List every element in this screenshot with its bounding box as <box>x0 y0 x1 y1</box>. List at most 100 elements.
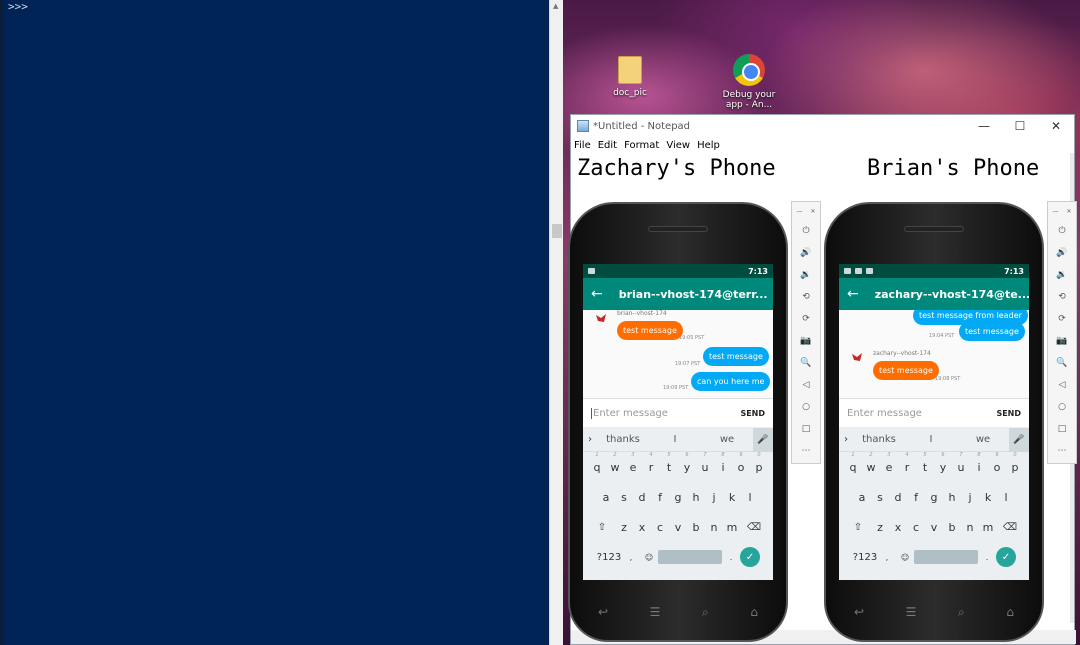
key-g[interactable]: g <box>669 491 687 504</box>
key-m[interactable]: m <box>723 521 741 534</box>
key-i[interactable]: 8i <box>970 452 988 474</box>
chevron-right-icon[interactable]: › <box>839 434 853 445</box>
key-c[interactable]: c <box>651 521 669 534</box>
phone-screen[interactable]: 7:13 ← zachary--vhost-174@te... test mes… <box>839 264 1029 580</box>
key-s[interactable]: s <box>871 491 889 504</box>
suggestion[interactable]: thanks <box>597 434 649 445</box>
search-icon[interactable]: ⌕ <box>958 605 965 620</box>
key-f[interactable]: f <box>907 491 925 504</box>
scroll-up-icon[interactable]: ▲ <box>553 2 558 10</box>
key-a[interactable]: a <box>853 491 871 504</box>
rotate-right-icon[interactable]: ⟳ <box>792 308 820 330</box>
key-r[interactable]: 4r <box>898 452 916 474</box>
terminal-scrollbar[interactable]: ▲ <box>549 0 563 645</box>
camera-icon[interactable]: 📷 <box>1048 330 1076 352</box>
menu-icon[interactable]: ☰ <box>650 605 661 620</box>
message-bubble[interactable]: test message <box>959 322 1025 341</box>
power-icon[interactable]: ⏻ <box>792 220 820 242</box>
more-icon[interactable]: ⋯ <box>792 440 820 462</box>
back-icon[interactable]: ↩ <box>854 605 864 620</box>
volume-up-icon[interactable]: 🔊 <box>1048 242 1076 264</box>
suggestion[interactable]: I <box>649 434 701 445</box>
emoji-icon[interactable]: ☺ <box>896 553 914 562</box>
camera-icon[interactable]: 📷 <box>792 330 820 352</box>
key-j[interactable]: j <box>705 491 723 504</box>
key-l[interactable]: l <box>997 491 1015 504</box>
rotate-right-icon[interactable]: ⟳ <box>1048 308 1076 330</box>
key-comma[interactable]: , <box>878 553 896 562</box>
key-k[interactable]: k <box>979 491 997 504</box>
volume-down-icon[interactable]: 🔉 <box>1048 264 1076 286</box>
key-period[interactable]: . <box>722 553 740 562</box>
maximize-button[interactable]: ☐ <box>1002 119 1038 133</box>
key-y[interactable]: 6y <box>934 452 952 474</box>
microphone-icon[interactable]: 🎤 <box>1009 427 1029 452</box>
key-v[interactable]: v <box>925 521 943 534</box>
space-key[interactable] <box>658 550 722 564</box>
key-c[interactable]: c <box>907 521 925 534</box>
message-bubble[interactable]: test message <box>703 347 769 366</box>
zoom-icon[interactable]: 🔍 <box>1048 352 1076 374</box>
key-v[interactable]: v <box>669 521 687 534</box>
key-k[interactable]: k <box>723 491 741 504</box>
key-o[interactable]: 9o <box>732 452 750 474</box>
key-b[interactable]: b <box>687 521 705 534</box>
toolbar-minimize-icon[interactable]: — <box>1052 208 1058 215</box>
home-icon[interactable]: ○ <box>792 396 820 418</box>
key-z[interactable]: z <box>871 521 889 534</box>
key-h[interactable]: h <box>687 491 705 504</box>
phone-screen[interactable]: 7:13 ← brian--vhost-174@terr... brian--v… <box>583 264 773 580</box>
back-arrow-icon[interactable]: ← <box>591 286 603 302</box>
soft-keyboard[interactable]: › thanks I we 🎤 1q 2w 3e 4r 5t 6y 7u 8i … <box>839 427 1029 580</box>
back-icon[interactable]: ◁ <box>1048 374 1076 396</box>
key-i[interactable]: 8i <box>714 452 732 474</box>
key-u[interactable]: 7u <box>696 452 714 474</box>
symbols-key[interactable]: ?123 <box>852 552 878 563</box>
enter-check-icon[interactable]: ✓ <box>740 547 760 567</box>
key-n[interactable]: n <box>705 521 723 534</box>
home-icon[interactable]: ○ <box>1048 396 1076 418</box>
suggestion[interactable]: we <box>701 434 753 445</box>
key-e[interactable]: 3e <box>624 452 642 474</box>
home-icon[interactable]: ⌂ <box>1006 605 1014 620</box>
search-icon[interactable]: ⌕ <box>702 605 709 620</box>
key-d[interactable]: d <box>633 491 651 504</box>
key-m[interactable]: m <box>979 521 997 534</box>
key-p[interactable]: 0p <box>750 452 768 474</box>
key-r[interactable]: 4r <box>642 452 660 474</box>
key-n[interactable]: n <box>961 521 979 534</box>
key-t[interactable]: 5t <box>660 452 678 474</box>
symbols-key[interactable]: ?123 <box>596 552 622 563</box>
back-arrow-icon[interactable]: ← <box>847 286 859 302</box>
suggestion[interactable]: thanks <box>853 434 905 445</box>
key-e[interactable]: 3e <box>880 452 898 474</box>
message-list[interactable]: brian--vhost-174 test message 19:05 PST … <box>583 310 773 398</box>
toolbar-close-icon[interactable]: ✕ <box>810 208 815 215</box>
message-bubble[interactable]: test message <box>873 361 939 380</box>
key-f[interactable]: f <box>651 491 669 504</box>
power-icon[interactable]: ⏻ <box>1048 220 1076 242</box>
key-p[interactable]: 0p <box>1006 452 1024 474</box>
suggestion[interactable]: I <box>905 434 957 445</box>
message-input[interactable]: Enter message <box>591 407 668 419</box>
key-b[interactable]: b <box>943 521 961 534</box>
toolbar-minimize-icon[interactable]: — <box>796 208 802 215</box>
notepad-titlebar[interactable]: *Untitled - Notepad — ☐ ✕ <box>571 115 1074 137</box>
toolbar-close-icon[interactable]: ✕ <box>1066 208 1071 215</box>
home-icon[interactable]: ⌂ <box>750 605 758 620</box>
desktop-icon-chrome[interactable]: Debug your app - An... <box>714 54 784 110</box>
menu-format[interactable]: Format <box>624 140 659 151</box>
message-input[interactable]: Enter message <box>847 408 922 419</box>
enter-check-icon[interactable]: ✓ <box>996 547 1016 567</box>
key-w[interactable]: 2w <box>862 452 880 474</box>
zoom-icon[interactable]: 🔍 <box>792 352 820 374</box>
shift-icon[interactable]: ⇧ <box>589 522 615 533</box>
key-y[interactable]: 6y <box>678 452 696 474</box>
emoji-icon[interactable]: ☺ <box>640 553 658 562</box>
scrollbar-thumb[interactable] <box>552 224 562 238</box>
menu-view[interactable]: View <box>666 140 690 151</box>
key-comma[interactable]: , <box>622 553 640 562</box>
key-h[interactable]: h <box>943 491 961 504</box>
key-a[interactable]: a <box>597 491 615 504</box>
backspace-icon[interactable]: ⌫ <box>997 522 1023 533</box>
